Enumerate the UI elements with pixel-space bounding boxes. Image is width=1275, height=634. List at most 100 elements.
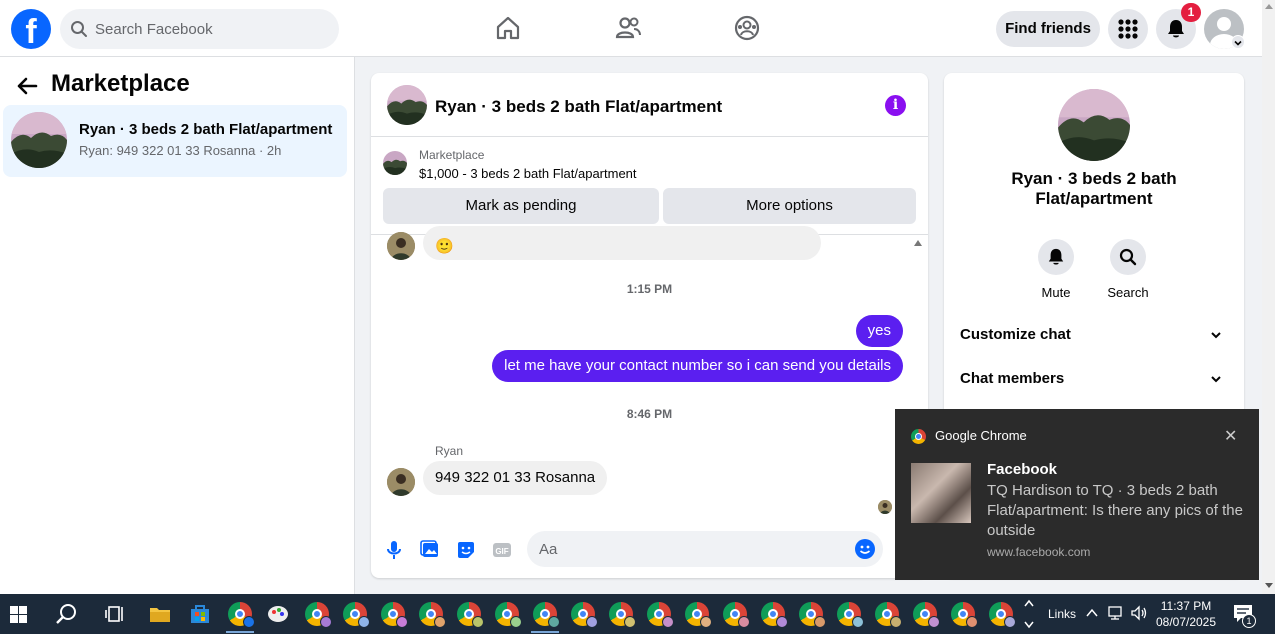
paint-icon[interactable] (266, 602, 290, 626)
chrome-profile-icon[interactable] (457, 602, 484, 628)
chevron-up-icon[interactable] (1085, 606, 1099, 620)
photo-icon[interactable] (420, 540, 440, 560)
friends-icon[interactable] (614, 14, 642, 42)
taskbar-scroll-icon[interactable] (1022, 596, 1036, 632)
notification-badge: 1 (1181, 3, 1201, 22)
sender-avatar[interactable] (387, 468, 415, 496)
info-icon[interactable]: i (885, 95, 906, 116)
search-box[interactable] (60, 9, 339, 49)
scroll-down-icon[interactable] (1265, 583, 1273, 588)
section-label: Customize chat (960, 326, 1071, 343)
message-bubble-incoming[interactable]: 949 322 01 33 Rosanna (423, 461, 608, 495)
page-title: Marketplace (51, 70, 190, 97)
facebook-logo-icon[interactable]: f (11, 9, 51, 49)
chrome-icon (911, 429, 926, 444)
chat-profile-avatar[interactable] (1058, 89, 1130, 161)
windows-start-icon[interactable] (10, 606, 27, 623)
back-arrow-icon[interactable] (16, 75, 38, 97)
chat-members-section[interactable]: Chat members (960, 359, 1228, 399)
scroll-up-icon[interactable] (1265, 4, 1273, 9)
notification-body: TQ Hardison to TQ · 3 beds 2 bath Flat/a… (987, 482, 1243, 539)
search-icon (1119, 248, 1137, 266)
chrome-profile-icon[interactable] (609, 602, 636, 628)
message-timestamp: 1:15 PM (626, 282, 673, 296)
clock-time: 11:37 PM (1160, 599, 1212, 613)
notification-app-name: Google Chrome (935, 428, 1027, 443)
system-clock[interactable]: 11:37 PM 08/07/2025 (1150, 598, 1222, 630)
emoji-icon[interactable] (855, 539, 875, 559)
chrome-profile-icon[interactable] (989, 602, 1016, 628)
conversation-preview: Ryan: 949 322 01 33 Rosanna · 2h (79, 143, 282, 158)
network-icon[interactable] (1108, 605, 1126, 621)
chat-profile-name: Ryan · 3 beds 2 bath Flat/apartment (1011, 169, 1177, 208)
account-chevron-down-icon[interactable] (1231, 35, 1245, 49)
action-center-count-badge: 1 (1242, 614, 1256, 628)
message-timestamp: 8:46 PM (626, 407, 673, 421)
chevron-down-icon (1211, 332, 1221, 339)
message-input[interactable] (539, 531, 839, 567)
more-options-button[interactable]: More options (663, 188, 916, 224)
groups-icon[interactable] (733, 14, 761, 42)
notification-title: Facebook (987, 461, 1058, 478)
chrome-profile-icon[interactable] (837, 602, 864, 628)
message-bubble-outgoing[interactable]: yes (855, 315, 903, 347)
task-view-icon[interactable] (104, 602, 128, 626)
links-toolbar[interactable]: Links (1048, 607, 1076, 621)
find-friends-button[interactable]: Find friends (996, 11, 1100, 47)
chrome-profile-icon[interactable] (533, 602, 560, 628)
apps-grid-icon (1118, 19, 1138, 39)
message-list: 🙂 1:15 PM yes let me have your contact n… (371, 226, 928, 528)
chrome-profile-icon[interactable] (761, 602, 788, 628)
search-input[interactable] (95, 9, 325, 49)
chrome-notification-toast[interactable]: Google Chrome ✕ Facebook TQ Hardison to … (895, 409, 1259, 580)
chrome-profile-icon[interactable] (913, 602, 940, 628)
bell-icon (1168, 20, 1184, 38)
notification-url: www.facebook.com (987, 545, 1091, 559)
chrome-profile-icon[interactable] (647, 602, 674, 628)
chrome-profile-icon[interactable] (571, 602, 598, 628)
microphone-icon[interactable] (384, 540, 404, 560)
conversation-item[interactable]: Ryan · 3 beds 2 bath Flat/apartment Ryan… (3, 105, 347, 177)
listing-thumbnail[interactable] (383, 151, 407, 175)
close-icon[interactable]: ✕ (1224, 426, 1237, 446)
scroll-up-arrow-icon[interactable] (914, 240, 922, 246)
page-scrollbar[interactable] (1262, 0, 1275, 594)
top-navigation-bar: f Find friends 1 (0, 0, 1262, 57)
chat-avatar[interactable] (387, 85, 427, 125)
clock-date: 08/07/2025 (1155, 615, 1217, 629)
listing-price-title[interactable]: $1,000 - 3 beds 2 bath Flat/apartment (419, 166, 637, 181)
file-explorer-icon[interactable] (148, 602, 172, 626)
message-composer: GIF (371, 528, 928, 578)
mute-label: Mute (1041, 285, 1071, 300)
volume-icon[interactable] (1130, 605, 1148, 621)
chrome-profile-icon[interactable] (381, 602, 408, 628)
home-icon[interactable] (494, 14, 522, 42)
chrome-profile-icon[interactable] (685, 602, 712, 628)
message-bubble-incoming[interactable]: 🙂 (423, 226, 821, 260)
active-app-indicator (531, 631, 559, 633)
chrome-profile-icon[interactable] (343, 602, 370, 628)
chrome-profile-icon[interactable] (495, 602, 522, 628)
mark-as-pending-button[interactable]: Mark as pending (383, 188, 659, 224)
read-receipt-avatar (878, 500, 892, 514)
message-input-box[interactable] (527, 531, 883, 567)
search-label: Search (1107, 285, 1149, 300)
customize-chat-section[interactable]: Customize chat (960, 315, 1228, 355)
chrome-profile-icon[interactable] (723, 602, 750, 628)
mute-button[interactable]: Mute (1026, 239, 1086, 300)
message-bubble-outgoing[interactable]: let me have your contact number so i can… (492, 350, 903, 382)
gif-icon[interactable]: GIF (492, 540, 512, 560)
chat-title[interactable]: Ryan · 3 beds 2 bath Flat/apartment (435, 97, 722, 117)
search-icon[interactable] (55, 602, 79, 626)
notification-image (911, 463, 971, 523)
store-icon[interactable] (188, 602, 212, 626)
sticker-icon[interactable] (456, 540, 476, 560)
search-in-chat-button[interactable]: Search (1098, 239, 1158, 300)
chrome-profile-icon[interactable] (951, 602, 978, 628)
chrome-profile-icon[interactable] (875, 602, 902, 628)
chrome-profile-icon[interactable] (305, 602, 332, 628)
chrome-profile-icon[interactable] (799, 602, 826, 628)
chrome-profile-m-icon[interactable] (228, 602, 255, 628)
chrome-profile-icon[interactable] (419, 602, 446, 628)
menu-button[interactable] (1108, 9, 1148, 49)
